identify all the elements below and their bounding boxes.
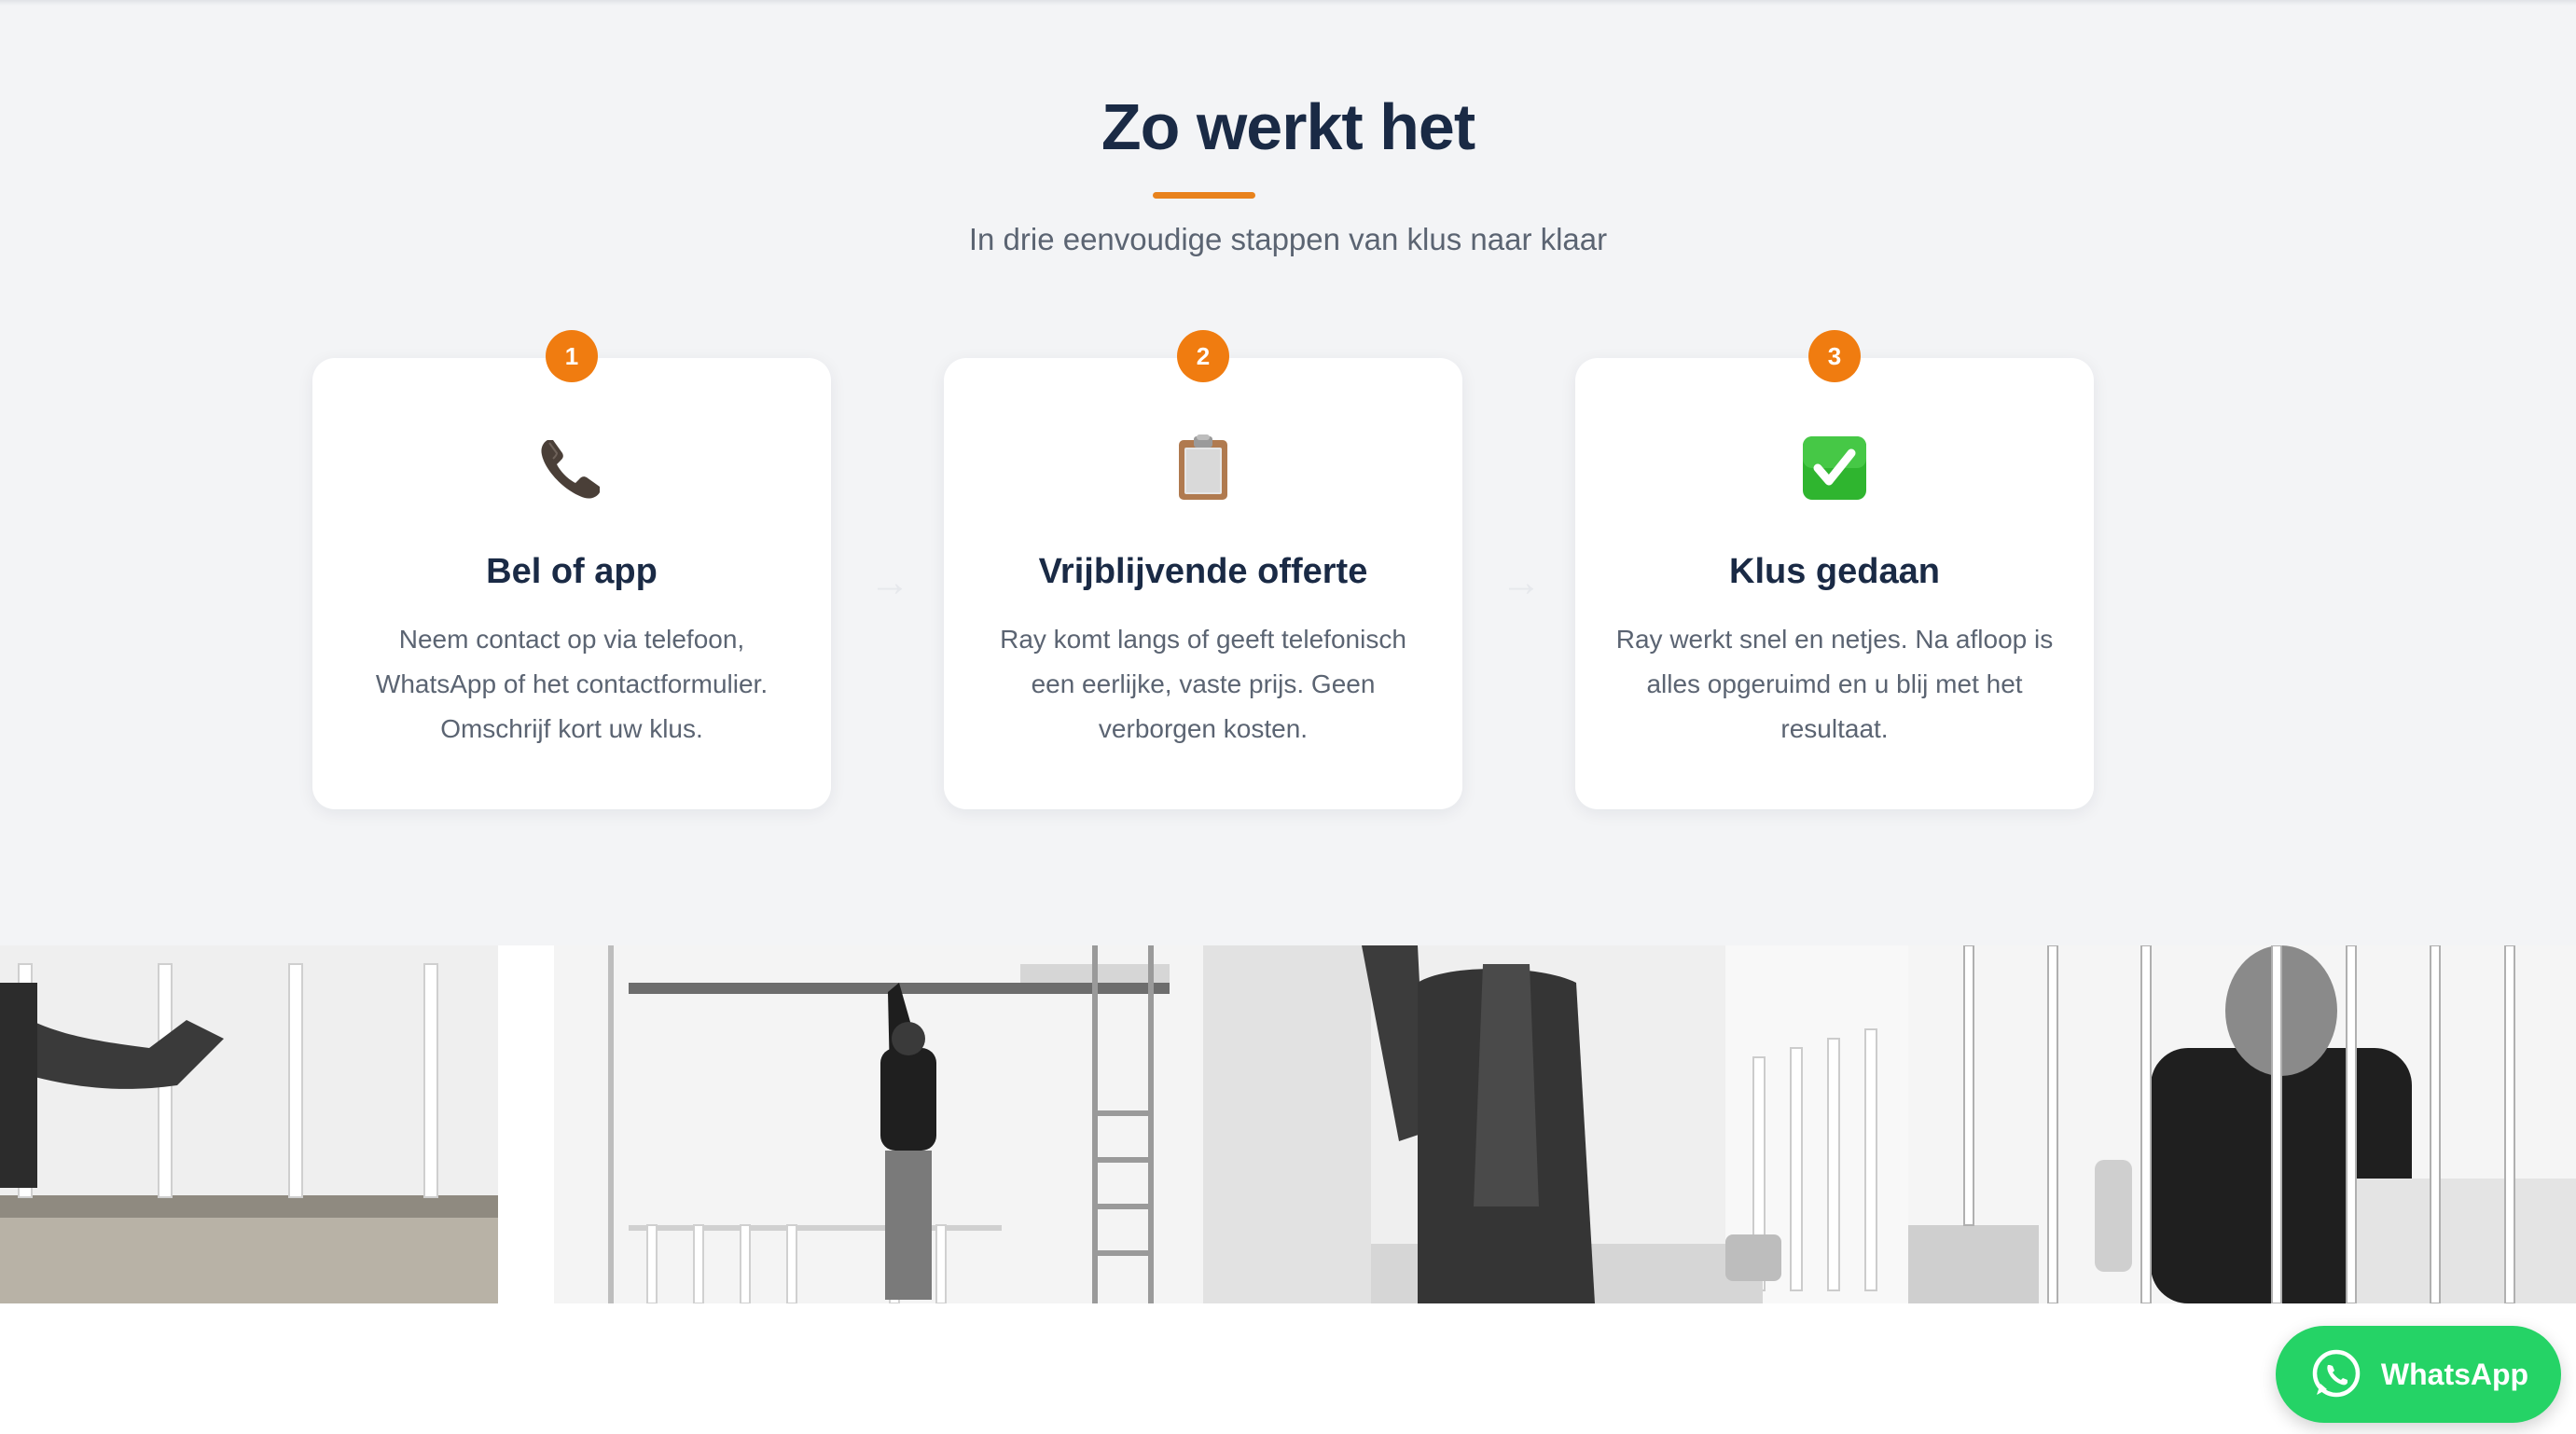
step-number-badge: 1 (546, 330, 598, 382)
header-shadow (0, 0, 2576, 6)
gallery-photo-painter-balusters (1908, 945, 2576, 1303)
title-underline (1153, 192, 1255, 199)
gallery-photo-painter-ceiling (498, 945, 1203, 1303)
section-subtitle: In drie eenvoudige stappen van klus naar… (968, 222, 1608, 256)
step-title: Vrijblijvende offerte (1038, 552, 1368, 591)
whatsapp-icon (2308, 1346, 2364, 1402)
how-it-works-section: Zo werkt het In drie eenvoudige stappen … (0, 0, 2576, 945)
step-description: Ray werkt snel en netjes. Na afloop is a… (1615, 625, 2054, 743)
step-title: Klus gedaan (1729, 552, 1940, 591)
check-mark-icon (1575, 431, 2094, 505)
gallery-photo-painter-wall (1203, 945, 1908, 1303)
gallery-photo-railing (0, 945, 498, 1303)
step-description: Ray komt langs of geeft telefonisch een … (1000, 625, 1406, 743)
whatsapp-button[interactable]: WhatsApp (2276, 1326, 2561, 1423)
photo-gallery (0, 945, 2576, 1303)
step-description: Neem contact op via telefoon, WhatsApp o… (375, 625, 769, 743)
clipboard-icon (944, 431, 1462, 505)
whatsapp-label: WhatsApp (2380, 1357, 2529, 1391)
step-card-2: 2 Vrijblijvende offerte Ray komt langs o… (944, 330, 1462, 809)
section-title: Zo werkt het (1101, 90, 1475, 163)
step-card-1: 1 Bel of app Neem contact op via telefoo… (312, 330, 831, 809)
step-number-badge: 3 (1808, 330, 1861, 382)
phone-icon (312, 431, 831, 505)
step-card-3: 3 Klus gedaan Ray werkt snel en netjes. … (1575, 330, 2094, 809)
step-number-badge: 2 (1177, 330, 1229, 382)
step-title: Bel of app (486, 552, 658, 591)
arrow-right-icon: → (869, 559, 910, 605)
arrow-right-icon: → (1501, 559, 1542, 605)
